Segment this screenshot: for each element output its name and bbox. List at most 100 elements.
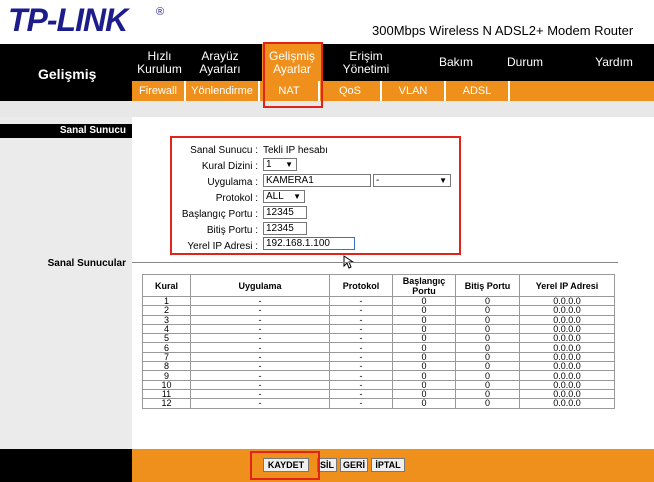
table-row: 8- -0 0 0.0.0.0	[142, 361, 615, 372]
left-column	[0, 117, 132, 449]
application-input[interactable]: KAMERA1	[263, 174, 371, 187]
cell-rule: 11	[142, 388, 191, 400]
end-port-input[interactable]: 12345	[263, 222, 307, 235]
cell-start-port: 0	[392, 351, 456, 363]
table-row: 11- -0 0 0.0.0.0	[142, 388, 615, 400]
save-button[interactable]: KAYDET	[263, 458, 309, 472]
registered-mark: ®	[156, 6, 165, 18]
col-header-end-port: Bitiş Portu	[455, 274, 520, 297]
cell-rule: 6	[142, 342, 191, 353]
cell-end-port: 0	[455, 295, 520, 307]
cell-start-port: 0	[392, 388, 456, 400]
table-row: 4- -0 0 0.0.0.0	[142, 323, 615, 335]
nav-tab-advanced[interactable]: Gelişmiş Ayarlar	[262, 44, 322, 81]
cell-local-ip: 0.0.0.0	[519, 361, 615, 372]
subnav-qos[interactable]: QoS	[320, 81, 382, 101]
nav-section-label: Gelişmiş	[38, 66, 97, 82]
cell-protocol: -	[329, 388, 393, 400]
rule-index-value: 1	[266, 159, 272, 170]
cell-application: -	[190, 295, 330, 307]
subnav-vlan[interactable]: VLAN	[382, 81, 446, 101]
nav-tab-help[interactable]: Yardım	[574, 44, 654, 81]
local-ip-input[interactable]: 192.168.1.100	[263, 237, 355, 250]
end-port-label: Bitiş Portu :	[206, 225, 258, 236]
table-row: 2- -0 0 0.0.0.0	[142, 305, 615, 316]
subnav-adsl[interactable]: ADSL	[446, 81, 510, 101]
nav-tab-quick-setup[interactable]: Hızlı Kurulum	[132, 44, 187, 81]
cell-local-ip: 0.0.0.0	[519, 323, 615, 335]
cell-end-port: 0	[455, 388, 520, 400]
subnav-firewall[interactable]: Firewall	[132, 81, 186, 101]
application-label: Uygulama :	[207, 177, 258, 188]
cell-local-ip: 0.0.0.0	[519, 314, 615, 325]
cell-application: -	[190, 370, 330, 381]
nav-tab-access[interactable]: Erişim Yönetimi	[336, 44, 396, 81]
nav-tab-maintenance[interactable]: Bakım	[428, 44, 484, 81]
cell-rule: 12	[142, 398, 191, 409]
application-select[interactable]: - ▼	[373, 174, 451, 187]
cell-start-port: 0	[392, 305, 456, 316]
nav-tab-status[interactable]: Durum	[498, 44, 552, 81]
protocol-select[interactable]: ALL ▼	[263, 190, 305, 203]
cell-rule: 10	[142, 379, 191, 390]
cell-protocol: -	[329, 342, 393, 353]
cell-start-port: 0	[392, 342, 456, 353]
cell-protocol: -	[329, 351, 393, 363]
section-title-virtual-server: Sanal Sunucu	[0, 124, 132, 138]
cell-rule: 2	[142, 305, 191, 316]
cell-local-ip: 0.0.0.0	[519, 370, 615, 381]
cell-start-port: 0	[392, 370, 456, 381]
rule-index-label: Kural Dizini :	[201, 161, 258, 172]
start-port-input[interactable]: 12345	[263, 206, 307, 219]
cell-protocol: -	[329, 333, 393, 344]
cell-application: -	[190, 323, 330, 335]
cancel-button[interactable]: İPTAL	[371, 458, 405, 472]
subnav-routing[interactable]: Yönlendirme	[186, 81, 260, 101]
table-row: 3- -0 0 0.0.0.0	[142, 314, 615, 325]
content-top-strip	[0, 101, 654, 117]
cell-end-port: 0	[455, 398, 520, 409]
col-header-protocol: Protokol	[329, 274, 393, 297]
cell-protocol: -	[329, 398, 393, 409]
table-row: 5- -0 0 0.0.0.0	[142, 333, 615, 344]
cell-local-ip: 0.0.0.0	[519, 379, 615, 390]
section-title-virtual-servers: Sanal Sunucular	[47, 258, 126, 269]
cell-end-port: 0	[455, 370, 520, 381]
delete-button[interactable]: SİL	[317, 458, 337, 472]
protocol-value: ALL	[266, 191, 284, 202]
back-button[interactable]: GERİ	[340, 458, 368, 472]
table-header-row: Kural Uygulama Protokol Başlangıç Portu …	[142, 274, 615, 297]
cell-application: -	[190, 333, 330, 344]
cell-rule: 8	[142, 361, 191, 372]
rule-index-select[interactable]: 1 ▼	[263, 158, 297, 171]
cell-protocol: -	[329, 314, 393, 325]
subnav-nat[interactable]: NAT	[260, 81, 320, 101]
cell-local-ip: 0.0.0.0	[519, 398, 615, 409]
nav-tab-interface[interactable]: Arayüz Ayarları	[190, 44, 250, 81]
cell-local-ip: 0.0.0.0	[519, 342, 615, 353]
chevron-down-icon: ▼	[439, 176, 447, 185]
cell-start-port: 0	[392, 314, 456, 325]
cell-local-ip: 0.0.0.0	[519, 351, 615, 363]
local-ip-label: Yerel IP Adresi :	[187, 241, 258, 252]
table-row: 10- -0 0 0.0.0.0	[142, 379, 615, 390]
protocol-label: Protokol :	[215, 193, 258, 204]
cell-end-port: 0	[455, 342, 520, 353]
cell-local-ip: 0.0.0.0	[519, 305, 615, 316]
cell-rule: 1	[142, 295, 191, 307]
cell-end-port: 0	[455, 351, 520, 363]
cell-application: -	[190, 388, 330, 400]
table-body: 1- -0 0 0.0.0.0 2- -0 0 0.0.0.0 3- -0 0 0.0.0.0 4- -0…	[142, 295, 615, 409]
cell-end-port: 0	[455, 361, 520, 372]
cell-start-port: 0	[392, 379, 456, 390]
cell-start-port: 0	[392, 361, 456, 372]
cell-application: -	[190, 342, 330, 353]
virtual-servers-table: Kural Uygulama Protokol Başlangıç Portu …	[142, 274, 615, 409]
cell-protocol: -	[329, 323, 393, 335]
cell-end-port: 0	[455, 305, 520, 316]
footer-left-block	[0, 449, 132, 482]
cell-local-ip: 0.0.0.0	[519, 388, 615, 400]
cell-protocol: -	[329, 305, 393, 316]
table-row: 6- -0 0 0.0.0.0	[142, 342, 615, 353]
cell-local-ip: 0.0.0.0	[519, 295, 615, 307]
